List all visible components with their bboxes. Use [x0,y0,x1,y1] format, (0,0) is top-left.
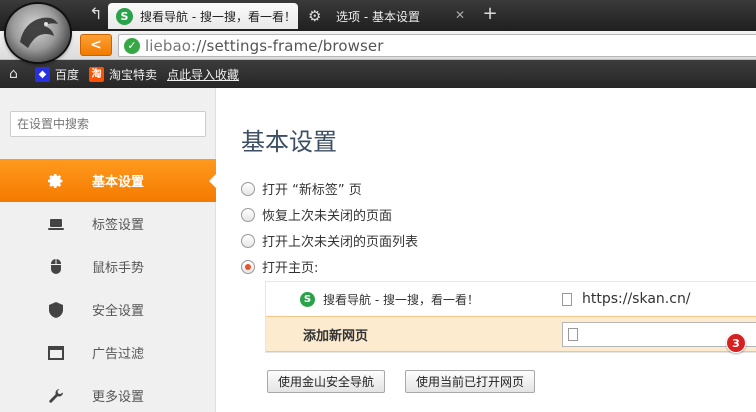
s-logo-icon: S [300,291,315,307]
taobao-icon: 淘 [89,66,105,82]
startup-option-new-tab[interactable]: 打开 “新标签” 页 [241,179,362,198]
gear-icon: ⚙ [308,7,322,25]
option-label: 打开上次未关闭的页面列表 [262,235,419,250]
option-label: 恢复上次未关闭的页面 [262,209,393,224]
bookmarks-bar: ⌂ ◆ 百度 淘 淘宝特卖 点此导入收藏 [0,60,756,88]
import-bookmarks-link[interactable]: 点此导入收藏 [167,66,239,83]
page-title: 基本设置 [241,128,337,156]
page-icon [562,292,572,306]
sidebar-item-security[interactable]: 安全设置 [0,288,216,331]
radio-button[interactable] [241,207,255,222]
new-tab-button[interactable]: + [480,4,500,24]
sidebar-item-label: 更多设置 [92,390,145,405]
back-button[interactable]: < [80,34,112,56]
radio-button-checked[interactable] [241,259,255,274]
tab-skan[interactable]: S 搜看导航 - 搜一搜，看一看！ [108,3,298,29]
sidebar-item-gestures[interactable]: 鼠标手势 [0,245,216,288]
undo-close-tab-icon[interactable]: ↰ [86,4,106,24]
use-current-pages-button[interactable]: 使用当前已打开网页 [405,370,536,393]
homepage-list: S 搜看导航 - 搜一搜，看一看！ https://skan.cn/ 添加新网页 [265,281,756,353]
homepage-row[interactable]: S 搜看导航 - 搜一搜，看一看！ https://skan.cn/ [266,282,756,316]
startup-option-homepage[interactable]: 打开主页: [241,257,318,276]
sidebar-item-more[interactable]: 更多设置 [0,374,216,412]
settings-nav: 基本设置 标签设置 鼠标手势 安全设置 广告过滤 更多设置 [0,159,217,412]
sidebar-item-basic[interactable]: 基本设置 [0,159,217,202]
sidebar-item-label: 安全设置 [92,304,145,319]
add-homepage-row: 添加新网页 [266,316,756,352]
radio-button[interactable] [241,233,255,248]
bookmark-baidu[interactable]: ◆ 百度 [35,66,79,83]
sidebar-item-label: 鼠标手势 [92,261,145,276]
option-label: 打开主页: [262,261,319,276]
sidebar-item-tabs[interactable]: 标签设置 [0,202,216,245]
settings-search-input[interactable] [10,111,206,137]
home-icon[interactable]: ⌂ [9,66,25,82]
startup-option-restore[interactable]: 恢复上次未关闭的页面 [241,205,392,224]
sidebar-item-label: 标签设置 [92,218,145,233]
liebao-logo[interactable] [6,4,70,62]
sidebar-item-label: 基本设置 [92,175,145,190]
url-text: liebao://settings-frame/browser [145,36,384,55]
secure-check-icon: ✓ [124,37,140,54]
startup-option-restore-list[interactable]: 打开上次未关闭的页面列表 [241,231,418,250]
wrench-icon [47,387,65,405]
tab-title: 搜看导航 - 搜一搜，看一看！ [140,9,296,24]
mouse-icon [47,258,65,276]
baidu-icon: ◆ [35,66,50,82]
homepage-url: https://skan.cn/ [562,291,691,307]
close-icon[interactable]: ✕ [454,9,466,21]
annotation-badge: 3 [726,333,746,353]
settings-content: 基本设置 打开 “新标签” 页 恢复上次未关闭的页面 打开上次未关闭的页面列表 … [217,88,756,412]
url-field[interactable]: ✓ liebao://settings-frame/browser [118,34,756,57]
add-homepage-label: 添加新网页 [303,328,369,344]
window-icon [47,344,65,362]
option-label: 打开 “新标签” 页 [262,183,362,198]
page-icon [568,328,578,341]
radio-button[interactable] [241,181,255,196]
sidebar-item-label: 广告过滤 [92,347,145,362]
tab-bar: ↰ S 搜看导航 - 搜一搜，看一看！ ⚙ 选项 - 基本设置 ✕ + [0,0,756,31]
use-kingsoft-nav-button[interactable]: 使用金山安全导航 [267,370,386,393]
bookmark-taobao[interactable]: 淘 淘宝特卖 [89,66,157,83]
bookmark-label: 百度 [55,67,80,82]
tab-settings[interactable]: ⚙ 选项 - 基本设置 ✕ [302,3,472,29]
s-logo-icon: S [116,7,133,25]
tab-title: 选项 - 基本设置 [336,9,420,24]
sidebar-item-adblock[interactable]: 广告过滤 [0,331,216,374]
gear-icon [47,172,65,190]
address-bar: < ✓ liebao://settings-frame/browser [0,31,756,60]
settings-sidebar: 基本设置 标签设置 鼠标手势 安全设置 广告过滤 [0,88,217,412]
laptop-icon [47,215,65,233]
homepage-name: 搜看导航 - 搜一搜，看一看！ [323,292,479,307]
bookmark-label: 淘宝特卖 [109,67,158,82]
shield-icon [47,301,65,319]
